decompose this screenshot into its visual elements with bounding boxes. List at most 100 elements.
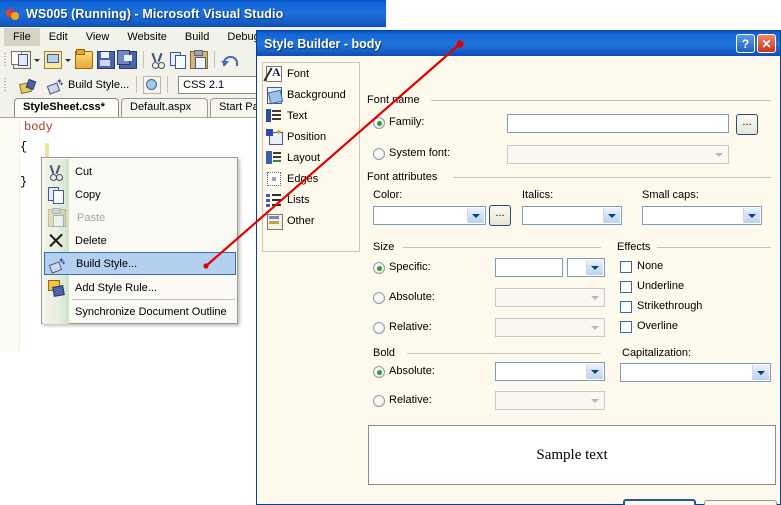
size-specific-input[interactable] xyxy=(495,258,563,277)
family-radio[interactable] xyxy=(373,117,385,129)
category-item-font[interactable]: Font xyxy=(263,63,359,84)
context-menu-item-delete[interactable]: Delete xyxy=(43,229,238,252)
effect-none-checkbox[interactable] xyxy=(620,261,632,273)
system-font-select[interactable] xyxy=(507,145,729,164)
style-application-icon[interactable] xyxy=(19,77,35,93)
group-divider xyxy=(431,100,771,101)
bold-group-label: Bold xyxy=(373,347,401,359)
category-item-background[interactable]: Background xyxy=(263,84,359,105)
toolbar-grip[interactable] xyxy=(2,51,9,68)
menu-file[interactable]: File xyxy=(4,28,40,46)
cut-icon xyxy=(48,164,64,181)
system-font-radio[interactable] xyxy=(373,148,385,160)
context-menu-item-add-style-rule[interactable]: Add Style Rule... xyxy=(43,276,238,299)
size-relative-radio[interactable] xyxy=(373,322,385,334)
capitalization-select[interactable] xyxy=(620,363,771,382)
vs-title-text: WS005 (Running) - Microsoft Visual Studi… xyxy=(26,6,284,21)
dialog-title: Style Builder - body xyxy=(264,36,382,51)
paste-icon xyxy=(48,207,66,227)
screenshot-root: WS005 (Running) - Microsoft Visual Studi… xyxy=(0,0,781,505)
tab-stylesheet-css[interactable]: StyleSheet.css* xyxy=(14,98,119,117)
context-menu-item-build-style[interactable]: ✦ ✦ Build Style... xyxy=(44,252,236,275)
small-caps-select[interactable] xyxy=(642,206,762,225)
new-project-dropdown-icon[interactable] xyxy=(64,52,73,68)
size-relative-select[interactable] xyxy=(495,318,605,337)
menu-view[interactable]: View xyxy=(77,28,119,46)
color-select[interactable] xyxy=(373,206,486,225)
group-divider xyxy=(453,177,771,178)
italics-select[interactable] xyxy=(522,206,622,225)
effects-group-label: Effects xyxy=(617,241,656,253)
cut-icon[interactable] xyxy=(150,52,166,69)
effect-overline-checkbox[interactable] xyxy=(620,321,632,333)
category-item-edges[interactable]: Edges xyxy=(263,168,359,189)
category-item-layout[interactable]: Layout xyxy=(263,147,359,168)
size-absolute-select[interactable] xyxy=(495,288,605,307)
tab-default-aspx[interactable]: Default.aspx xyxy=(121,98,208,117)
bold-absolute-select[interactable] xyxy=(495,362,605,381)
category-list: Font Background Text ✦ Position Layout xyxy=(262,62,360,252)
toolbar-grip[interactable] xyxy=(2,76,9,93)
editor-indicator-margin xyxy=(0,118,10,351)
category-item-other[interactable]: Other xyxy=(263,210,359,231)
context-menu-item-cut[interactable]: Cut xyxy=(43,160,238,183)
chevron-down-icon xyxy=(743,208,760,223)
copy-icon[interactable] xyxy=(170,51,186,69)
bold-absolute-label: Absolute: xyxy=(389,365,435,377)
menu-build[interactable]: Build xyxy=(176,28,218,46)
family-input[interactable] xyxy=(507,114,729,133)
size-group-label: Size xyxy=(373,241,400,253)
size-specific-unit-select[interactable] xyxy=(567,258,605,277)
build-style-wand-icon: ✦ ✦ xyxy=(48,256,66,274)
size-specific-radio[interactable] xyxy=(373,262,385,274)
build-style-toolbar-label[interactable]: Build Style... xyxy=(65,79,132,91)
category-item-text[interactable]: Text xyxy=(263,105,359,126)
font-icon xyxy=(263,65,282,82)
save-all-icon[interactable] xyxy=(117,49,137,69)
color-label: Color: xyxy=(373,189,403,201)
open-file-icon[interactable] xyxy=(75,48,93,69)
toolbar-separator xyxy=(167,76,169,93)
build-style-wand-icon[interactable]: ✦ ✦ xyxy=(46,77,64,95)
effect-none-label: None xyxy=(637,260,664,272)
help-button[interactable]: ? xyxy=(736,34,755,53)
save-icon[interactable] xyxy=(97,50,115,69)
bold-relative-radio[interactable] xyxy=(373,395,385,407)
ok-button[interactable]: OK xyxy=(623,499,696,505)
undo-icon[interactable] xyxy=(221,52,238,68)
chevron-down-icon xyxy=(587,290,603,305)
font-attributes-group-label: Font attributes xyxy=(367,171,443,183)
category-item-position[interactable]: ✦ Position xyxy=(263,126,359,147)
system-font-label: System font: xyxy=(389,147,451,159)
size-relative-label: Relative: xyxy=(389,321,432,333)
paste-icon[interactable] xyxy=(190,49,208,69)
size-absolute-radio[interactable] xyxy=(373,292,385,304)
small-caps-label: Small caps: xyxy=(642,189,699,201)
effect-strikethrough-label: Strikethrough xyxy=(637,300,703,312)
close-icon[interactable]: ✕ xyxy=(757,34,776,53)
context-menu-item-copy[interactable]: Copy xyxy=(43,183,238,206)
context-menu-item-synchronize-document-outline[interactable]: Synchronize Document Outline xyxy=(43,300,238,323)
size-absolute-label: Absolute: xyxy=(389,291,435,303)
effect-strikethrough-checkbox[interactable] xyxy=(620,301,632,313)
bold-relative-select[interactable] xyxy=(495,391,605,410)
cancel-button[interactable]: Cancel xyxy=(704,500,777,505)
category-item-lists[interactable]: Lists xyxy=(263,189,359,210)
menu-edit[interactable]: Edit xyxy=(40,28,77,46)
color-browse-button[interactable]: ... xyxy=(489,205,511,226)
bold-absolute-radio[interactable] xyxy=(373,366,385,378)
category-label: Other xyxy=(287,214,315,227)
other-icon xyxy=(266,213,283,230)
new-item-dropdown-icon[interactable] xyxy=(33,52,42,68)
chevron-down-icon xyxy=(586,364,603,379)
menu-website[interactable]: Website xyxy=(118,28,176,46)
new-project-icon[interactable] xyxy=(44,50,62,69)
background-icon xyxy=(266,86,282,104)
family-browse-button[interactable]: ... xyxy=(736,114,758,135)
context-menu-item-label: Delete xyxy=(75,234,107,247)
browser-preview-icon[interactable] xyxy=(143,75,162,94)
effect-underline-checkbox[interactable] xyxy=(620,281,632,293)
new-item-icon[interactable] xyxy=(11,50,31,69)
dialog-title-bar[interactable]: Style Builder - body ? ✕ xyxy=(257,31,780,56)
context-menu-item-paste[interactable]: Paste xyxy=(43,206,238,229)
